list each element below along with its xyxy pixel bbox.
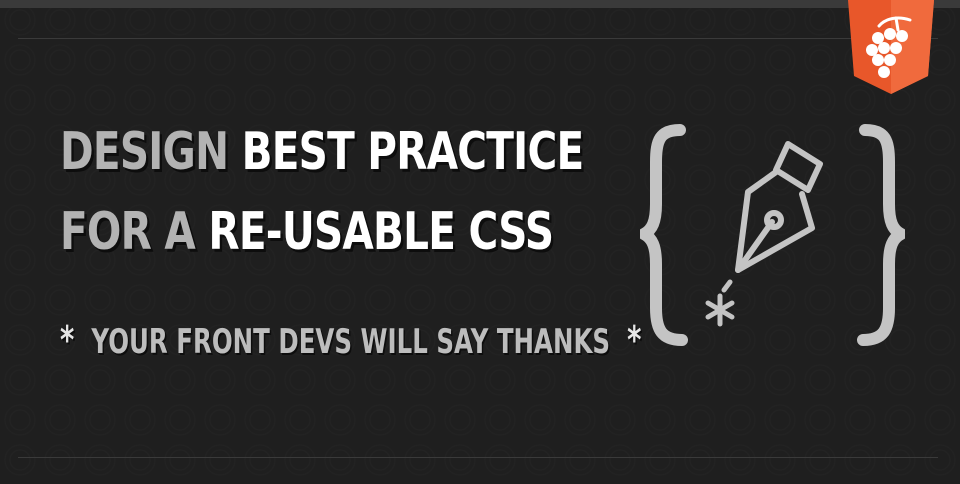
headline-phrase-best-practice: BEST PRACTICE [241,122,585,182]
tagline-text: YOUR FRONT DEVS WILL SAY THANKS [91,322,611,362]
headline-line-2: FOR A RE-USABLE CSS [60,192,583,272]
headline-word-design: DESIGN [60,122,229,182]
asterisk-left-icon: * [60,318,75,362]
pen-nib-in-braces-icon [640,124,905,346]
banner: DESIGN BEST PRACTICE FOR A RE-USABLE CSS… [0,0,960,484]
tagline: * YOUR FRONT DEVS WILL SAY THANKS * [60,318,641,362]
headline: DESIGN BEST PRACTICE FOR A RE-USABLE CSS [60,112,585,272]
headline-phrase-for-a: FOR A [60,202,196,262]
headline-line-1: DESIGN BEST PRACTICE [60,112,585,192]
top-divider [18,38,938,39]
headline-phrase-reusable-css: RE-USABLE CSS [208,202,554,262]
top-bar [0,0,960,8]
bottom-divider [18,457,938,458]
grapes-shield-logo [848,0,934,94]
